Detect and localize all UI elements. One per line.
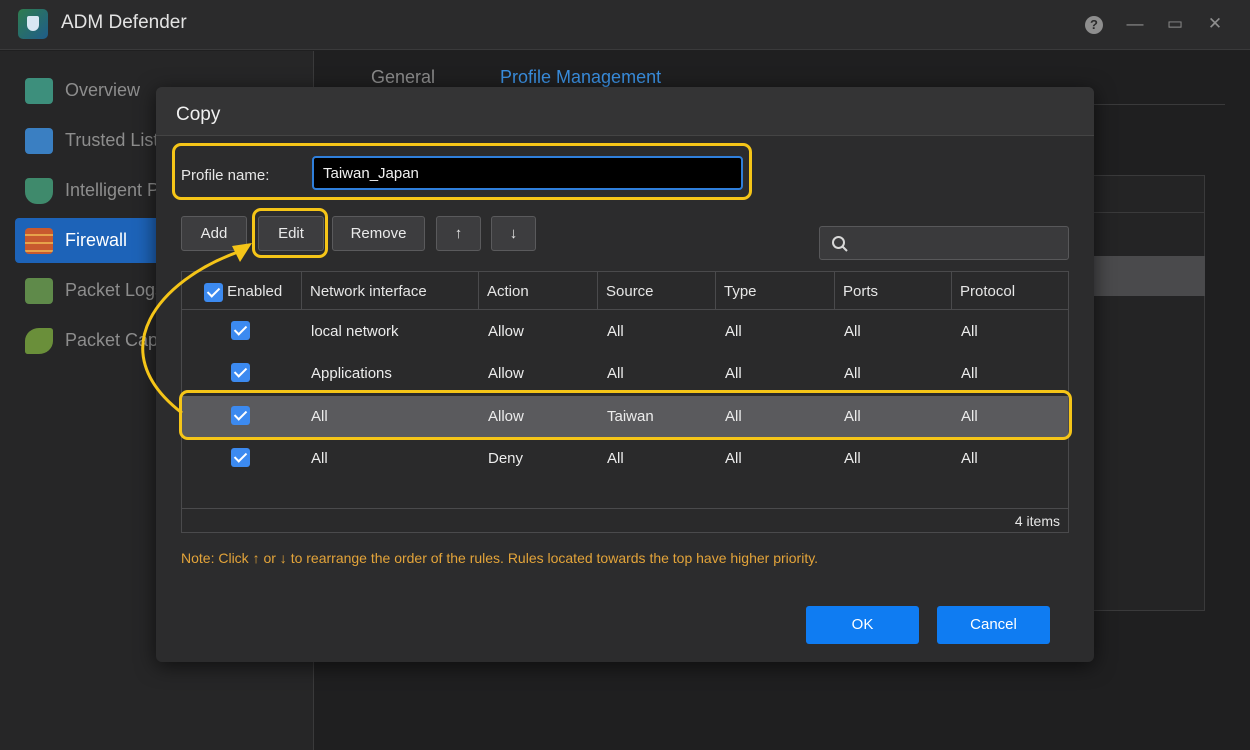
select-all-checkbox[interactable] — [204, 282, 223, 302]
sidebar-item-label: Packet Capt — [65, 330, 164, 350]
cell-type: All — [725, 365, 742, 382]
search-icon — [832, 236, 848, 252]
background-panel — [1090, 175, 1205, 611]
packet-capture-icon — [25, 327, 53, 354]
cell-action: Deny — [488, 450, 524, 467]
cell-network-interface: All — [311, 450, 328, 467]
shield-icon — [25, 177, 53, 204]
cell-source: All — [607, 450, 624, 467]
cell-ports: All — [844, 365, 861, 382]
cell-protocol: All — [961, 365, 978, 382]
dialog-title: Copy — [176, 104, 221, 125]
copy-dialog: Copy Profile name: Add Edit Remove ↑ ↓ E… — [156, 87, 1094, 662]
minimize-icon[interactable]: — — [1125, 14, 1145, 34]
row-enabled-checkbox[interactable] — [231, 394, 250, 436]
cell-type: All — [725, 450, 742, 467]
background-panel-divider — [1090, 212, 1205, 213]
remove-button[interactable]: Remove — [332, 216, 425, 251]
rules-table: Enabled Network interface Action Source … — [181, 271, 1069, 533]
maximize-icon[interactable]: ▭ — [1165, 14, 1185, 34]
packet-logs-icon — [25, 277, 53, 304]
sidebar-item-label: Intelligent P — [65, 180, 160, 200]
trusted-list-icon — [25, 127, 53, 154]
table-row[interactable]: local network Allow All All All All — [182, 311, 1068, 353]
add-button[interactable]: Add — [181, 216, 247, 251]
cell-source: Taiwan — [607, 408, 654, 425]
cancel-button[interactable]: Cancel — [937, 606, 1050, 644]
column-type[interactable]: Type — [715, 272, 834, 310]
move-up-button[interactable]: ↑ — [436, 216, 481, 251]
sidebar-item-label: Firewall — [65, 230, 128, 250]
rule-order-note: Note: Click ↑ or ↓ to rearrange the orde… — [181, 550, 819, 566]
table-row[interactable]: Applications Allow All All All All — [182, 353, 1068, 395]
sidebar-item-label: Trusted List — [65, 130, 159, 150]
item-count: 4 items — [1014, 513, 1060, 529]
cell-action: Allow — [488, 365, 524, 382]
cell-action: Allow — [488, 323, 524, 340]
table-row-selected[interactable]: All Allow Taiwan All All All — [182, 396, 1068, 438]
dialog-header: Copy — [156, 87, 1094, 136]
search-input[interactable] — [819, 226, 1069, 260]
column-enabled[interactable]: Enabled — [182, 272, 301, 310]
profile-name-label: Profile name: — [181, 167, 270, 184]
tab-general[interactable]: General — [371, 67, 435, 88]
help-icon[interactable]: ? — [1085, 16, 1103, 34]
column-action[interactable]: Action — [478, 272, 597, 310]
row-enabled-checkbox[interactable] — [231, 436, 250, 478]
column-label: Enabled — [227, 283, 283, 300]
cell-action: Allow — [488, 408, 524, 425]
cell-protocol: All — [961, 408, 978, 425]
column-protocol[interactable]: Protocol — [951, 272, 1068, 310]
adm-defender-logo-icon — [18, 9, 48, 39]
cell-ports: All — [844, 450, 861, 467]
app-title: ADM Defender — [61, 12, 187, 33]
tab-profile-management[interactable]: Profile Management — [500, 67, 661, 88]
cell-type: All — [725, 408, 742, 425]
overview-icon — [25, 77, 53, 104]
cell-network-interface: All — [311, 408, 328, 425]
column-ports[interactable]: Ports — [834, 272, 951, 310]
profile-name-input[interactable] — [312, 156, 743, 190]
cell-protocol: All — [961, 323, 978, 340]
table-footer: 4 items — [182, 508, 1068, 533]
edit-button[interactable]: Edit — [258, 216, 324, 251]
sidebar-item-label: Packet Logs — [65, 280, 165, 300]
background-selected-row — [1090, 256, 1205, 296]
firewall-icon — [25, 227, 53, 254]
sidebar-item-label: Overview — [65, 80, 141, 100]
column-network-interface[interactable]: Network interface — [301, 272, 478, 310]
row-enabled-checkbox[interactable] — [231, 309, 250, 351]
close-icon[interactable]: ✕ — [1205, 14, 1225, 34]
ok-button[interactable]: OK — [806, 606, 919, 644]
column-source[interactable]: Source — [597, 272, 715, 310]
cell-network-interface: local network — [311, 323, 399, 340]
title-bar: ADM Defender ? — ▭ ✕ — [0, 0, 1250, 50]
cell-type: All — [725, 323, 742, 340]
table-header: Enabled Network interface Action Source … — [182, 272, 1068, 310]
cell-ports: All — [844, 408, 861, 425]
row-enabled-checkbox[interactable] — [231, 351, 250, 393]
cell-source: All — [607, 323, 624, 340]
cell-ports: All — [844, 323, 861, 340]
cell-network-interface: Applications — [311, 365, 392, 382]
move-down-button[interactable]: ↓ — [491, 216, 536, 251]
table-row[interactable]: All Deny All All All All — [182, 438, 1068, 480]
cell-source: All — [607, 365, 624, 382]
cell-protocol: All — [961, 450, 978, 467]
